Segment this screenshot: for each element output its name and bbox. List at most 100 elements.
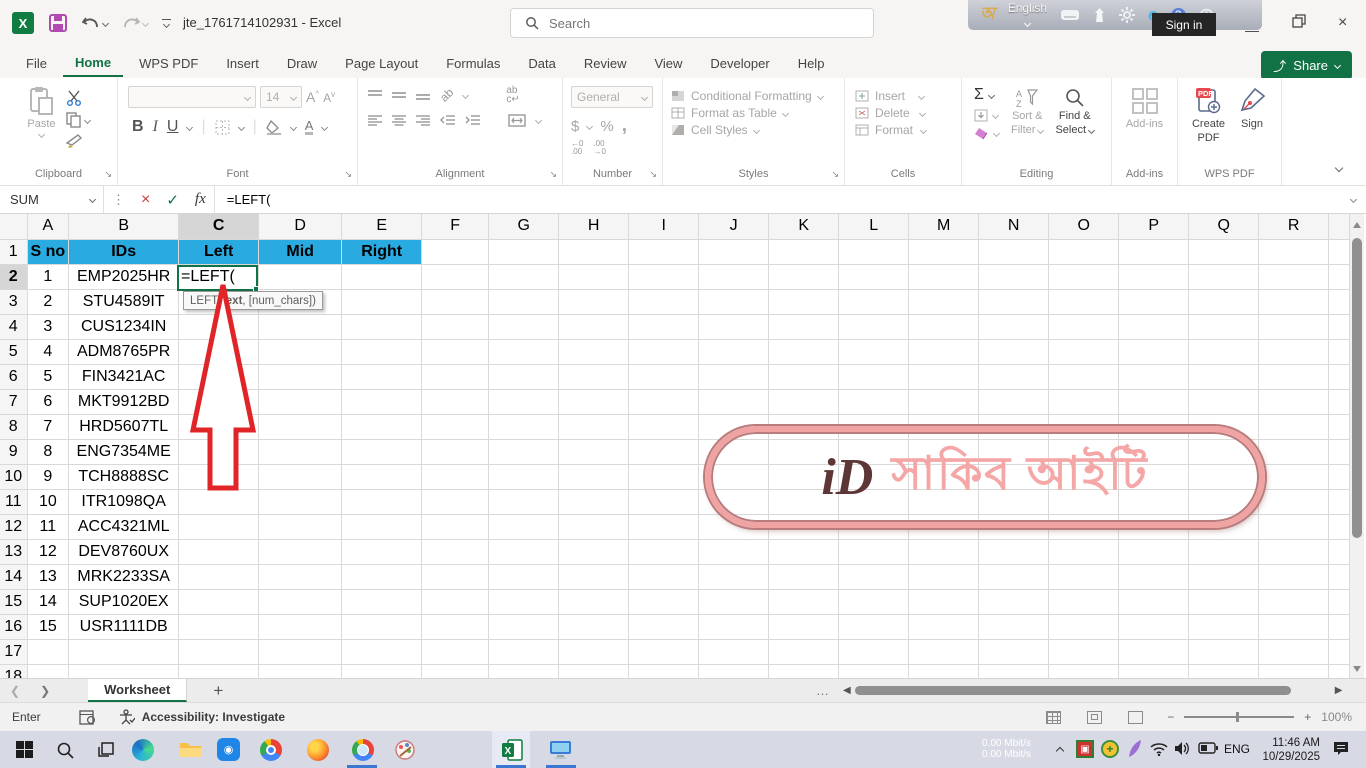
cell-D14[interactable] [259, 564, 342, 589]
cell-G16[interactable] [489, 614, 559, 639]
scroll-right-icon[interactable]: ▶ [1335, 685, 1343, 696]
cell-E15[interactable] [342, 589, 422, 614]
cell-A17[interactable] [27, 639, 69, 664]
shrink-font-button[interactable]: Av [323, 90, 335, 105]
cancel-button[interactable]: × [133, 191, 158, 209]
cell-R15[interactable] [1259, 589, 1329, 614]
cell-J4[interactable] [699, 314, 769, 339]
fill-dropdown-icon[interactable] [992, 112, 999, 119]
cell-S18[interactable] [1329, 664, 1351, 678]
cell-E12[interactable] [342, 514, 422, 539]
zoom-out-icon[interactable]: − [1167, 710, 1174, 724]
cell-K16[interactable] [769, 614, 839, 639]
cell-F11[interactable] [422, 489, 489, 514]
cell-P16[interactable] [1119, 614, 1189, 639]
italic-button[interactable]: I [153, 118, 158, 136]
cell-J18[interactable] [699, 664, 769, 678]
cell-B18[interactable] [69, 664, 179, 678]
cell-J14[interactable] [699, 564, 769, 589]
format-as-table-button[interactable]: Format as Table [671, 106, 844, 120]
cell-S16[interactable] [1329, 614, 1351, 639]
cell-N15[interactable] [979, 589, 1049, 614]
autosum-icon[interactable]: Σ [974, 86, 984, 104]
cell-F4[interactable] [422, 314, 489, 339]
cell-I11[interactable] [629, 489, 699, 514]
tab-file[interactable]: File [14, 51, 59, 76]
column-header-partial[interactable] [1329, 214, 1351, 239]
cell-L7[interactable] [839, 389, 909, 414]
minimize-button[interactable]: — [1245, 22, 1259, 38]
cell-S10[interactable] [1329, 464, 1351, 489]
row-header-12[interactable]: 12 [0, 514, 27, 539]
cell-M14[interactable] [909, 564, 979, 589]
row-header-7[interactable]: 7 [0, 389, 27, 414]
cell-R10[interactable] [1259, 464, 1329, 489]
cell-S9[interactable] [1329, 439, 1351, 464]
cell-L1[interactable] [839, 239, 909, 264]
font-color-dropdown-icon[interactable] [321, 123, 328, 130]
cell-F1[interactable] [422, 239, 489, 264]
cell-I1[interactable] [629, 239, 699, 264]
cell-G9[interactable] [489, 439, 559, 464]
cell-K2[interactable] [769, 264, 839, 289]
chrome-profile-icon[interactable] [350, 737, 375, 762]
row-header-1[interactable]: 1 [0, 239, 27, 264]
cell-R9[interactable] [1259, 439, 1329, 464]
conditional-formatting-button[interactable]: Conditional Formatting [671, 89, 844, 103]
cell-D9[interactable] [259, 439, 342, 464]
cell-E8[interactable] [342, 414, 422, 439]
cell-E4[interactable] [342, 314, 422, 339]
cell-P4[interactable] [1119, 314, 1189, 339]
cell-E13[interactable] [342, 539, 422, 564]
file-explorer-icon[interactable] [178, 737, 203, 762]
cell-styles-button[interactable]: Cell Styles [671, 123, 844, 137]
cell-S7[interactable] [1329, 389, 1351, 414]
restore-button[interactable] [1292, 14, 1306, 28]
cell-R12[interactable] [1259, 514, 1329, 539]
cell-F7[interactable] [422, 389, 489, 414]
scroll-up-icon[interactable] [1353, 222, 1361, 228]
cell-J5[interactable] [699, 339, 769, 364]
cell-I17[interactable] [629, 639, 699, 664]
cell-Q17[interactable] [1189, 639, 1259, 664]
cell-M5[interactable] [909, 339, 979, 364]
add-sheet-button[interactable]: + [187, 681, 249, 701]
cell-M1[interactable] [909, 239, 979, 264]
cell-S6[interactable] [1329, 364, 1351, 389]
clear-dropdown-icon[interactable] [993, 130, 1000, 137]
cell-J16[interactable] [699, 614, 769, 639]
cell-G10[interactable] [489, 464, 559, 489]
cell-F12[interactable] [422, 514, 489, 539]
cell-N14[interactable] [979, 564, 1049, 589]
cell-F2[interactable] [422, 264, 489, 289]
chrome-icon[interactable] [258, 737, 283, 762]
align-center-icon[interactable] [392, 115, 406, 127]
cell-M6[interactable] [909, 364, 979, 389]
grow-font-button[interactable]: A^ [306, 89, 319, 105]
start-button[interactable] [12, 737, 37, 762]
cell-G5[interactable] [489, 339, 559, 364]
styles-dialog-launcher-icon[interactable]: ↘ [831, 169, 839, 180]
cell-O7[interactable] [1049, 389, 1119, 414]
bold-button[interactable]: B [132, 118, 144, 136]
cell-N13[interactable] [979, 539, 1049, 564]
save-icon[interactable] [48, 13, 68, 33]
cell-J1[interactable] [699, 239, 769, 264]
cell-K1[interactable] [769, 239, 839, 264]
cell-F16[interactable] [422, 614, 489, 639]
cell-P6[interactable] [1119, 364, 1189, 389]
cell-D1[interactable]: Mid [259, 239, 342, 264]
autosum-dropdown-icon[interactable] [988, 91, 995, 98]
zoom-slider[interactable]: − + [1167, 710, 1311, 724]
create-pdf-button[interactable]: PDF Create PDF [1192, 86, 1225, 144]
page-layout-view-icon[interactable] [1087, 711, 1102, 724]
customize-qat-button[interactable] [162, 19, 171, 28]
cell-I10[interactable] [629, 464, 699, 489]
cell-G11[interactable] [489, 489, 559, 514]
cell-B10[interactable]: TCH8888SC [69, 464, 179, 489]
paste-button[interactable]: Paste [27, 86, 55, 149]
cell-E11[interactable] [342, 489, 422, 514]
cell-R1[interactable] [1259, 239, 1329, 264]
column-header-I[interactable]: I [629, 214, 699, 239]
decrease-decimal-icon[interactable]: .00→0 [593, 140, 605, 156]
